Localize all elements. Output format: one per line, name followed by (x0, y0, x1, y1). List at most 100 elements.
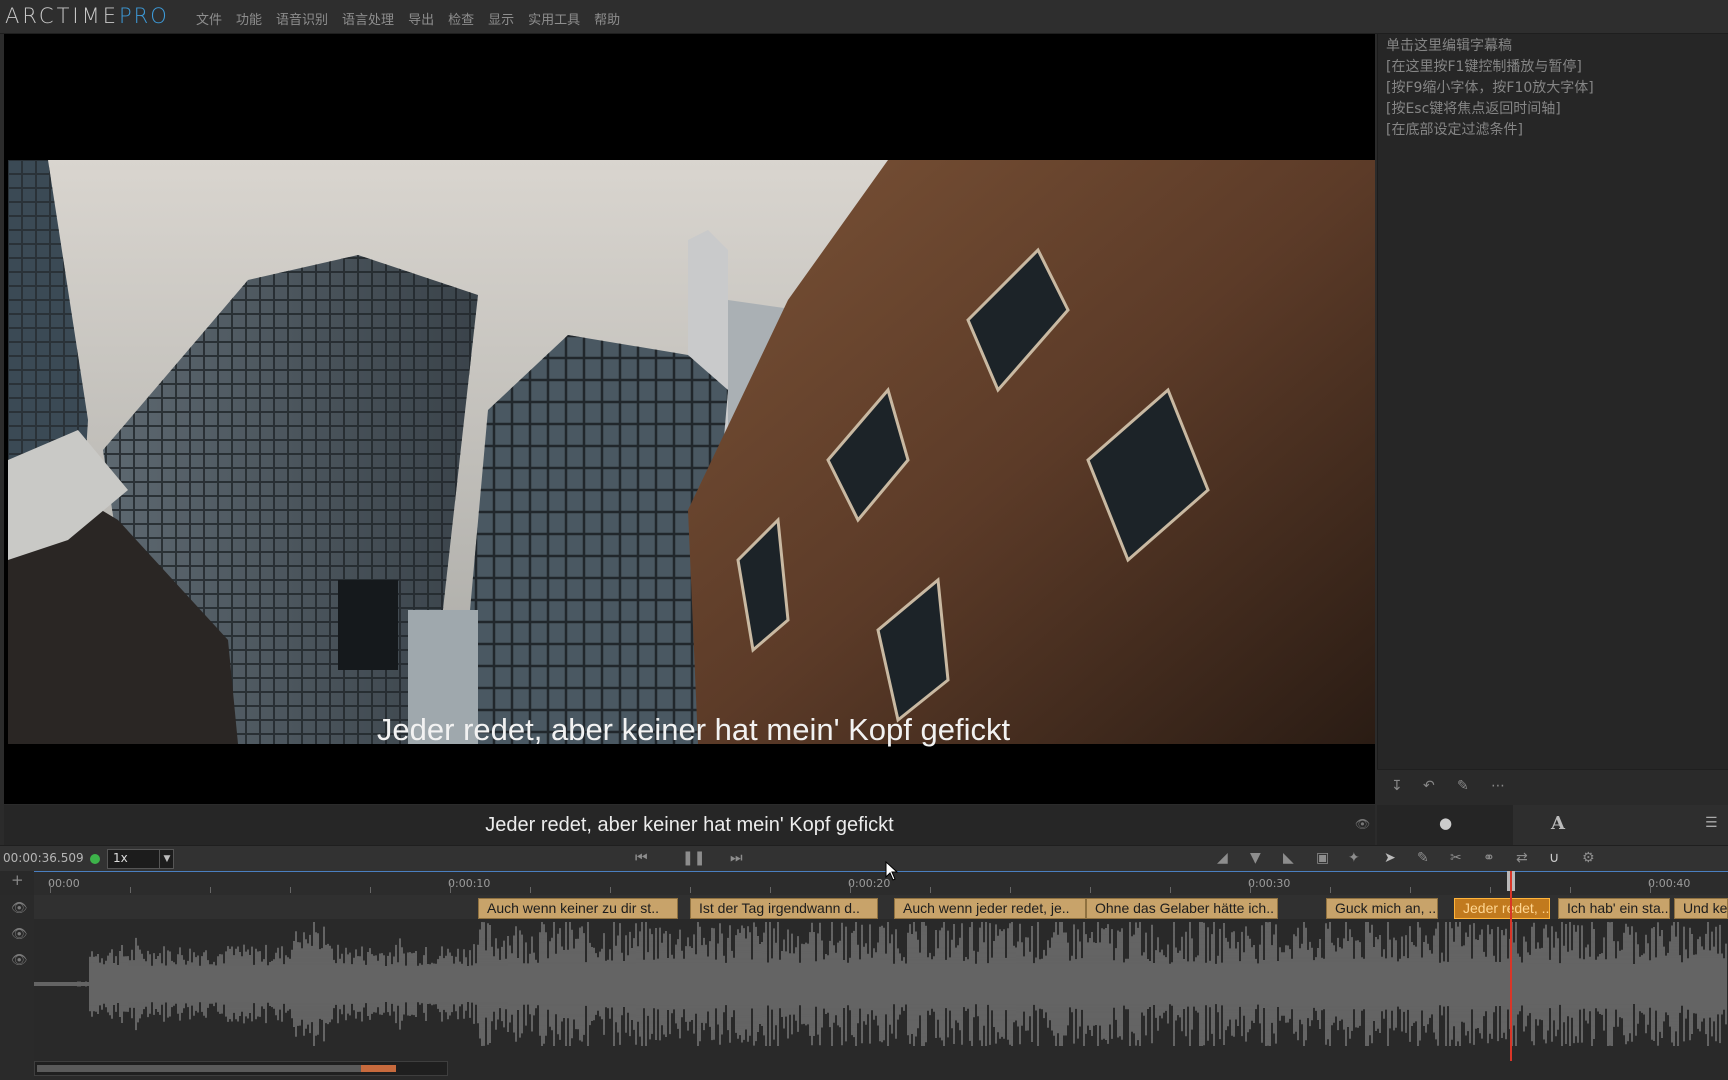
skip-previous-icon[interactable]: ⏮ (635, 850, 648, 866)
timeline-scrollbar[interactable] (34, 1061, 448, 1076)
subtitle-clip[interactable]: Ist der Tag irgendwann d.. (690, 898, 878, 919)
script-line: [按F9缩小字体，按F10放大字体] (1386, 80, 1594, 96)
current-subtitle-text[interactable]: Jeder redet, aber keiner hat mein' Kopf … (4, 814, 1375, 837)
menu-item-help[interactable]: 帮助 (594, 9, 620, 28)
ruler-label: 0:00:10 (448, 877, 491, 890)
edit-pencil-icon[interactable]: ✎ (1457, 778, 1469, 794)
mark-center-icon[interactable]: ▼ (1250, 850, 1261, 866)
playhead[interactable] (1510, 871, 1512, 1061)
speed-value: 1x (113, 851, 128, 865)
menu-item-export[interactable]: 导出 (408, 9, 434, 28)
ruler-tick (1330, 887, 1331, 893)
audio-waveform[interactable] (34, 919, 1728, 1049)
link-icon[interactable]: ⚭ (1483, 850, 1495, 866)
menu-item-tools[interactable]: 实用工具 (528, 9, 580, 28)
mouse-cursor-icon (885, 861, 899, 881)
ruler-tick (1090, 887, 1091, 893)
ruler-label: 0:00:40 (1648, 877, 1691, 890)
subtitle-clip[interactable]: Auch wenn jeder redet, je.. (894, 898, 1086, 919)
mark-in-icon[interactable]: ◢ (1217, 850, 1228, 866)
ruler-tick (1650, 883, 1651, 893)
brand-pro-text: PRO (118, 4, 169, 28)
main-menu: 文件 功能 语音识别 语言处理 导出 检查 显示 实用工具 帮助 (196, 9, 620, 28)
menu-item-language-processing[interactable]: 语言处理 (342, 9, 394, 28)
subtitle-clip[interactable]: Ohne das Gelaber hätte ich.. (1086, 898, 1278, 919)
eye-icon[interactable]: 👁 (11, 953, 28, 968)
ruler-tick (370, 887, 371, 893)
eye-icon[interactable]: 👁 (11, 901, 28, 916)
skip-next-icon[interactable]: ⏭ (730, 850, 743, 866)
menu-item-speech-recognition[interactable]: 语音识别 (276, 9, 328, 28)
ruler-tick (530, 887, 531, 893)
ruler-tick (850, 883, 851, 893)
mark-out-icon[interactable]: ◣ (1283, 850, 1294, 866)
ruler-tick (1250, 883, 1251, 893)
ruler-tick (1010, 887, 1011, 893)
current-subtitle-bar[interactable]: Jeder redet, aber keiner hat mein' Kopf … (4, 805, 1375, 845)
menu-item-file[interactable]: 文件 (196, 9, 222, 28)
timecode-display: 00:00:36.509 (3, 851, 84, 865)
timeline[interactable]: + 👁 👁 👁 00:00 0:00:10 0:00:20 0:00:30 0:00:4… (0, 871, 1728, 1080)
video-subtitle-overlay: Jeder redet, aber keiner hat mein' Kopf … (376, 712, 1011, 747)
menu-item-display[interactable]: 显示 (488, 9, 514, 28)
ruler-tick (130, 887, 131, 893)
eye-icon[interactable]: 👁 (11, 927, 28, 942)
gear-icon[interactable]: ⚙ (1582, 850, 1595, 866)
ruler-tick (50, 883, 51, 893)
ruler-label: 00:00 (48, 877, 80, 890)
add-track-icon[interactable]: + (11, 871, 24, 889)
ruler-tick (450, 883, 451, 893)
subtitle-track[interactable]: Auch wenn keiner zu dir st.. Ist der Tag … (34, 895, 1728, 919)
speech-bubble-icon: ● (1439, 814, 1453, 832)
scrollbar-position-marker (360, 1065, 396, 1072)
video-frame-image (8, 160, 1375, 744)
more-icon[interactable]: ⋯ (1491, 778, 1505, 794)
ruler-tick (1570, 887, 1571, 893)
ruler-tick (610, 887, 611, 893)
app-logo: ARCTIMEPRO (5, 4, 169, 28)
pause-icon[interactable]: ❚❚ (682, 850, 705, 866)
ruler-label: 0:00:30 (1248, 877, 1291, 890)
script-line: [按Esc键将焦点返回时间轴] (1386, 101, 1561, 117)
camera-icon[interactable]: ▣ (1316, 850, 1329, 866)
subtitle-clip[interactable]: Und keiner (1674, 898, 1728, 919)
menu-bar: ARCTIMEPRO 文件 功能 语音识别 语言处理 导出 检查 显示 实用工具… (0, 0, 1728, 34)
ruler-tick (690, 887, 691, 893)
script-line: 单击这里编辑字幕稿 (1386, 38, 1512, 54)
status-dot (90, 854, 100, 864)
magnet-icon[interactable]: ∪ (1549, 850, 1559, 866)
chevron-down-icon: ▼ (159, 850, 174, 868)
tab-script[interactable]: ● (1377, 805, 1513, 845)
subtitle-clip[interactable]: Guck mich an, .. (1326, 898, 1438, 919)
edit-icon[interactable]: ✎ (1417, 850, 1429, 866)
eye-icon[interactable]: 👁 (1355, 817, 1370, 831)
list-icon[interactable]: ☰ (1705, 815, 1718, 831)
ruler-tick (210, 887, 211, 893)
script-text-area[interactable]: 单击这里编辑字幕稿 [在这里按F1键控制播放与暂停] [按F9缩小字体，按F10… (1386, 36, 1594, 141)
subtitle-clip[interactable]: Auch wenn keiner zu dir st.. (478, 898, 678, 919)
time-ruler[interactable]: 00:00 0:00:10 0:00:20 0:00:30 0:00:40 (34, 871, 1728, 897)
script-toolbar: ↧ ↶ ✎ ⋯ (1377, 769, 1728, 806)
ruler-tick (770, 887, 771, 893)
script-line: [在底部设定过滤条件] (1386, 122, 1523, 138)
select-cursor-icon[interactable]: ➤ (1384, 850, 1396, 866)
import-icon[interactable]: ↧ (1391, 778, 1403, 794)
track-headers: + 👁 👁 👁 (0, 871, 34, 1080)
playback-speed-select[interactable]: 1x ▼ (107, 849, 174, 869)
undo-icon[interactable]: ↶ (1423, 778, 1435, 794)
right-panel-tabs: ● A ☰ (1377, 805, 1728, 845)
subtitle-clip[interactable]: Jeder redet, .. (1454, 898, 1550, 919)
video-preview[interactable]: Jeder redet, aber keiner hat mein' Kopf … (4, 34, 1375, 804)
subtitle-clip[interactable]: Ich hab' ein sta.. (1558, 898, 1670, 919)
menu-item-function[interactable]: 功能 (236, 9, 262, 28)
swap-icon[interactable]: ⇄ (1516, 850, 1528, 866)
script-panel[interactable]: 单击这里编辑字幕稿 [在这里按F1键控制播放与暂停] [按F9缩小字体，按F10… (1377, 34, 1728, 769)
transport-bar: 00:00:36.509 1x ▼ ⏮ ❚❚ ⏭ ◢ ▼ ◣ ▣ ✦ ➤ ✎ ✂… (0, 845, 1728, 872)
scrollbar-thumb[interactable] (37, 1065, 361, 1072)
ruler-tick (930, 887, 931, 893)
tab-style[interactable]: A (1551, 813, 1565, 834)
waveform-path (34, 922, 1727, 1046)
magic-wand-icon[interactable]: ✦ (1348, 850, 1360, 866)
menu-item-check[interactable]: 检查 (448, 9, 474, 28)
scissors-icon[interactable]: ✂ (1450, 850, 1462, 866)
